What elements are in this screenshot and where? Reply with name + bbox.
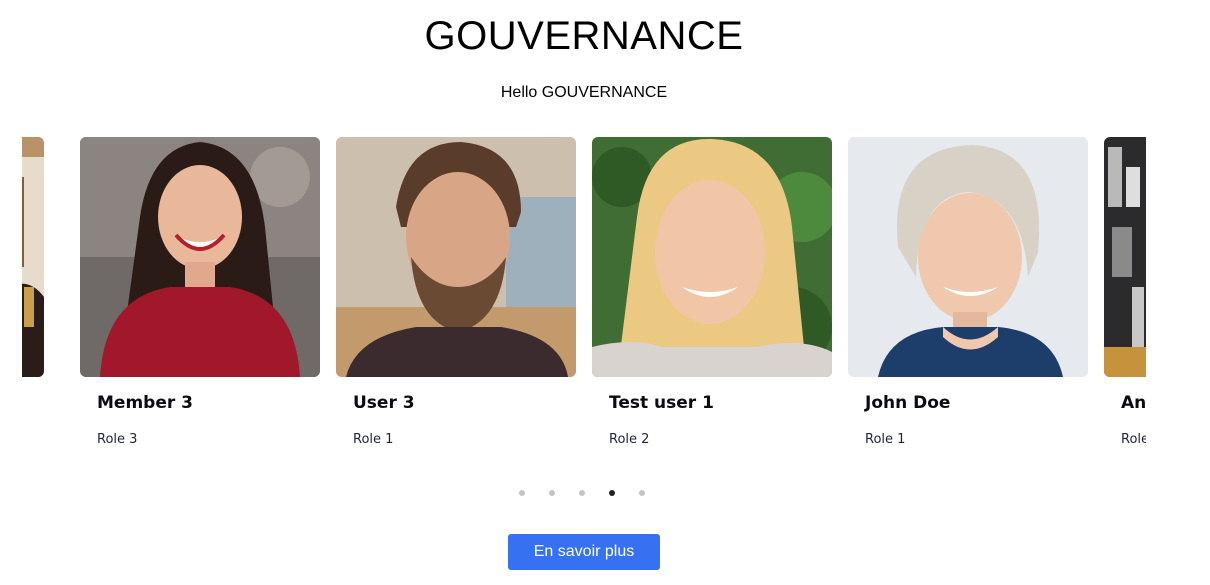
member-photo (592, 137, 832, 377)
member-photo (22, 137, 44, 377)
member-card[interactable]: Test user 1 Role 2 (592, 137, 832, 467)
member-photo (336, 137, 576, 377)
member-photo (1104, 137, 1146, 377)
member-card[interactable]: Member 3 Role 3 (80, 137, 320, 467)
member-card[interactable]: John Doe Role 1 (848, 137, 1088, 467)
member-role: Role 3 (97, 432, 138, 447)
member-name: User 3 (353, 393, 415, 413)
member-name: An (1121, 393, 1146, 413)
governance-section: GOUVERNANCE Hello GOUVERNANCE Member 3 R… (0, 0, 1210, 585)
section-title: GOUVERNANCE (424, 14, 744, 58)
member-role: Role 1 (353, 432, 394, 447)
member-card[interactable]: An Role (1104, 137, 1146, 467)
member-name: Member 3 (97, 393, 193, 413)
carousel-dot[interactable] (579, 490, 585, 496)
member-photo (80, 137, 320, 377)
member-card-previous[interactable] (22, 137, 44, 467)
carousel-pagination (518, 490, 658, 498)
carousel-dot[interactable] (549, 490, 555, 496)
carousel-dot[interactable] (609, 490, 615, 496)
carousel-dot[interactable] (519, 490, 525, 496)
member-role: Role (1121, 432, 1146, 447)
carousel-dot[interactable] (639, 490, 645, 496)
member-name: John Doe (865, 393, 951, 413)
member-role: Role 2 (609, 432, 650, 447)
member-card[interactable]: User 3 Role 1 (336, 137, 576, 467)
member-name: Test user 1 (609, 393, 714, 413)
members-carousel[interactable]: Member 3 Role 3 User 3 Role 1 Test user … (22, 137, 1146, 467)
member-photo (848, 137, 1088, 377)
learn-more-button[interactable]: En savoir plus (508, 534, 660, 570)
member-role: Role 1 (865, 432, 906, 447)
section-subtitle: Hello GOUVERNANCE (500, 84, 668, 101)
